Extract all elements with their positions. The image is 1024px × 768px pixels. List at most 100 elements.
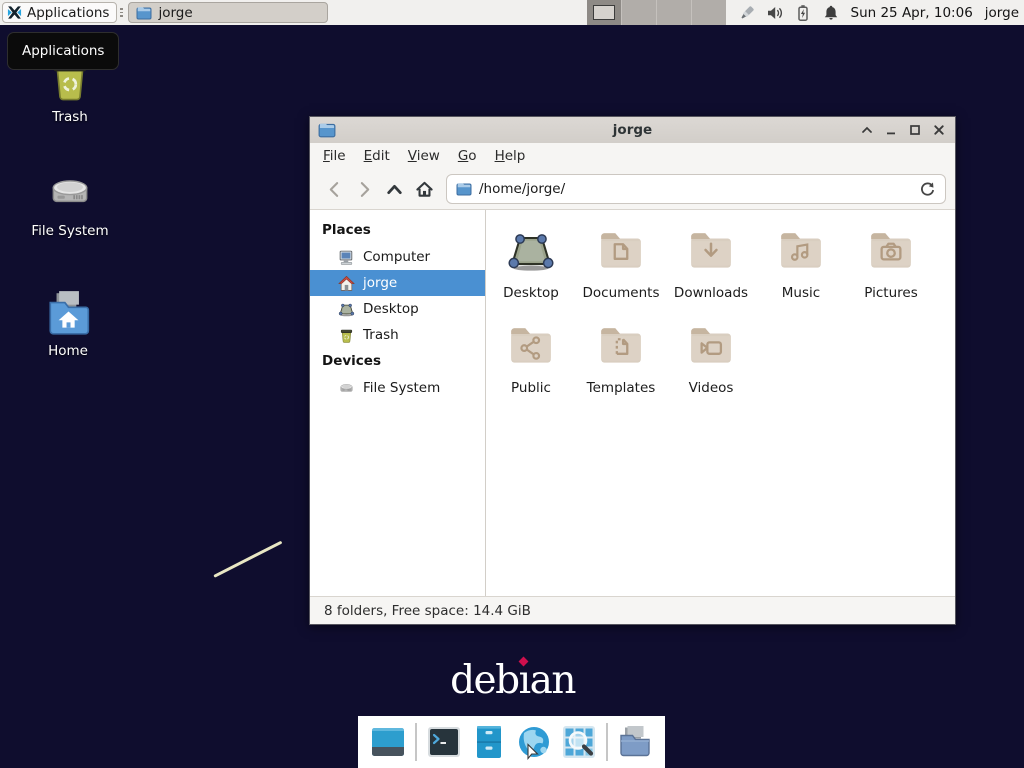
reload-icon[interactable] <box>919 181 936 198</box>
desktop-icon-home[interactable]: Home <box>18 288 118 359</box>
sidebar-item-label: File System <box>363 380 440 396</box>
minimize-button[interactable] <box>882 122 899 139</box>
location-bar[interactable]: /home/jorge/ <box>446 174 946 204</box>
show-desktop-button[interactable] <box>370 724 406 760</box>
web-browser-launcher[interactable] <box>516 724 552 760</box>
dock-item-icon <box>561 724 597 760</box>
top-panel: Applications jorge Sun 25 Apr, 10:06 jor… <box>0 0 1024 25</box>
sidebar-item-label: Computer <box>363 249 430 265</box>
folder-icon <box>506 321 556 371</box>
file-public[interactable]: Public <box>486 321 576 416</box>
sidebar-item-icon <box>338 275 355 292</box>
location-path[interactable]: /home/jorge/ <box>479 181 912 197</box>
terminal-launcher[interactable] <box>426 724 462 760</box>
tablet-tool-icon[interactable] <box>738 4 756 22</box>
file-downloads[interactable]: Downloads <box>666 226 756 321</box>
desktop-icon-label: File System <box>20 223 120 239</box>
maximize-button[interactable] <box>906 122 923 139</box>
file-documents[interactable]: Documents <box>576 226 666 321</box>
file-label: Music <box>782 285 820 301</box>
sidebar-item-label: Trash <box>363 327 399 343</box>
file-videos[interactable]: Videos <box>666 321 756 416</box>
menu-file[interactable]: File <box>314 144 355 168</box>
battery-icon[interactable] <box>794 4 812 22</box>
dock-item-icon <box>471 724 507 760</box>
applications-tooltip: Applications <box>7 32 119 70</box>
workspace-4[interactable] <box>692 0 726 25</box>
workspace-1[interactable] <box>587 0 622 25</box>
desktop-icon-label: Trash <box>20 109 120 125</box>
folder-icon <box>686 226 736 276</box>
sidebar-item-file-system[interactable]: File System <box>310 375 485 401</box>
sidebar-item-label: Desktop <box>363 301 419 317</box>
dock-item-icon <box>617 724 653 760</box>
file-icon-view[interactable]: Desktop Documents Downloads Music <box>486 210 955 596</box>
sidebar-item-icon <box>338 380 355 397</box>
file-templates[interactable]: Templates <box>576 321 666 416</box>
file-manager-launcher[interactable] <box>471 724 507 760</box>
menu-view[interactable]: View <box>399 144 449 168</box>
forward-button[interactable] <box>349 174 379 204</box>
directory-menu-button[interactable] <box>617 724 653 760</box>
panel-clock[interactable]: Sun 25 Apr, 10:06 <box>851 5 973 21</box>
folder-icon <box>866 226 916 276</box>
debian-logo-text: deb <box>450 658 519 703</box>
file-pictures[interactable]: Pictures <box>846 226 936 321</box>
statusbar: 8 folders, Free space: 14.4 GiB <box>310 596 955 624</box>
shade-button[interactable] <box>858 122 875 139</box>
menu-go[interactable]: Go <box>449 144 486 168</box>
volume-icon[interactable] <box>766 4 784 22</box>
back-button[interactable] <box>319 174 349 204</box>
titlebar[interactable]: jorge <box>310 117 955 143</box>
toolbar: /home/jorge/ <box>310 169 955 210</box>
desktop-line-artifact <box>213 541 282 578</box>
debian-wallpaper-logo: debıan <box>420 658 605 703</box>
file-label: Documents <box>583 285 660 301</box>
applications-menu-label: Applications <box>27 5 109 21</box>
taskbar-window-button[interactable]: jorge <box>128 2 328 23</box>
workspace-2[interactable] <box>622 0 657 25</box>
home-button[interactable] <box>409 174 439 204</box>
file-label: Public <box>511 380 551 396</box>
up-button[interactable] <box>379 174 409 204</box>
file-desktop[interactable]: Desktop <box>486 226 576 321</box>
dock-item-icon <box>516 724 552 760</box>
hard-drive-icon <box>45 168 95 218</box>
applications-menu-button[interactable]: Applications <box>2 2 117 23</box>
workspace-3[interactable] <box>657 0 692 25</box>
notifications-bell-icon[interactable] <box>822 4 840 22</box>
workspace-pager <box>587 0 726 25</box>
app-finder-launcher[interactable] <box>561 724 597 760</box>
bottom-dock <box>358 716 665 768</box>
sidebar-item-computer[interactable]: Computer <box>310 244 485 270</box>
file-label: Downloads <box>674 285 748 301</box>
xfce-menu-icon <box>7 5 22 20</box>
close-button[interactable] <box>930 122 947 139</box>
desktop-icon-file-system[interactable]: File System <box>20 168 120 239</box>
folder-icon <box>136 5 152 21</box>
home-folder-icon <box>43 288 93 338</box>
sidebar-item-trash[interactable]: Trash <box>310 322 485 348</box>
desktop-icon-label: Home <box>18 343 118 359</box>
menu-edit[interactable]: Edit <box>355 144 399 168</box>
file-label: Pictures <box>864 285 917 301</box>
sidebar-item-jorge[interactable]: jorge <box>310 270 485 296</box>
file-label: Videos <box>689 380 734 396</box>
devices-list: File System <box>310 375 485 401</box>
file-label: Templates <box>587 380 656 396</box>
window-controls <box>858 122 947 139</box>
folder-icon <box>596 321 646 371</box>
file-label: Desktop <box>503 285 559 301</box>
panel-handle <box>118 5 125 21</box>
folder-icon <box>506 226 556 276</box>
window-folder-icon <box>318 121 336 139</box>
folder-icon <box>776 226 826 276</box>
places-list: Computer jorge Desktop Trash <box>310 244 485 348</box>
panel-user-menu[interactable]: jorge <box>985 5 1019 21</box>
menu-help[interactable]: Help <box>486 144 535 168</box>
dock-separator <box>606 723 608 761</box>
system-tray <box>738 4 840 22</box>
menubar: FileEditViewGoHelp <box>310 143 955 169</box>
sidebar-item-desktop[interactable]: Desktop <box>310 296 485 322</box>
file-music[interactable]: Music <box>756 226 846 321</box>
